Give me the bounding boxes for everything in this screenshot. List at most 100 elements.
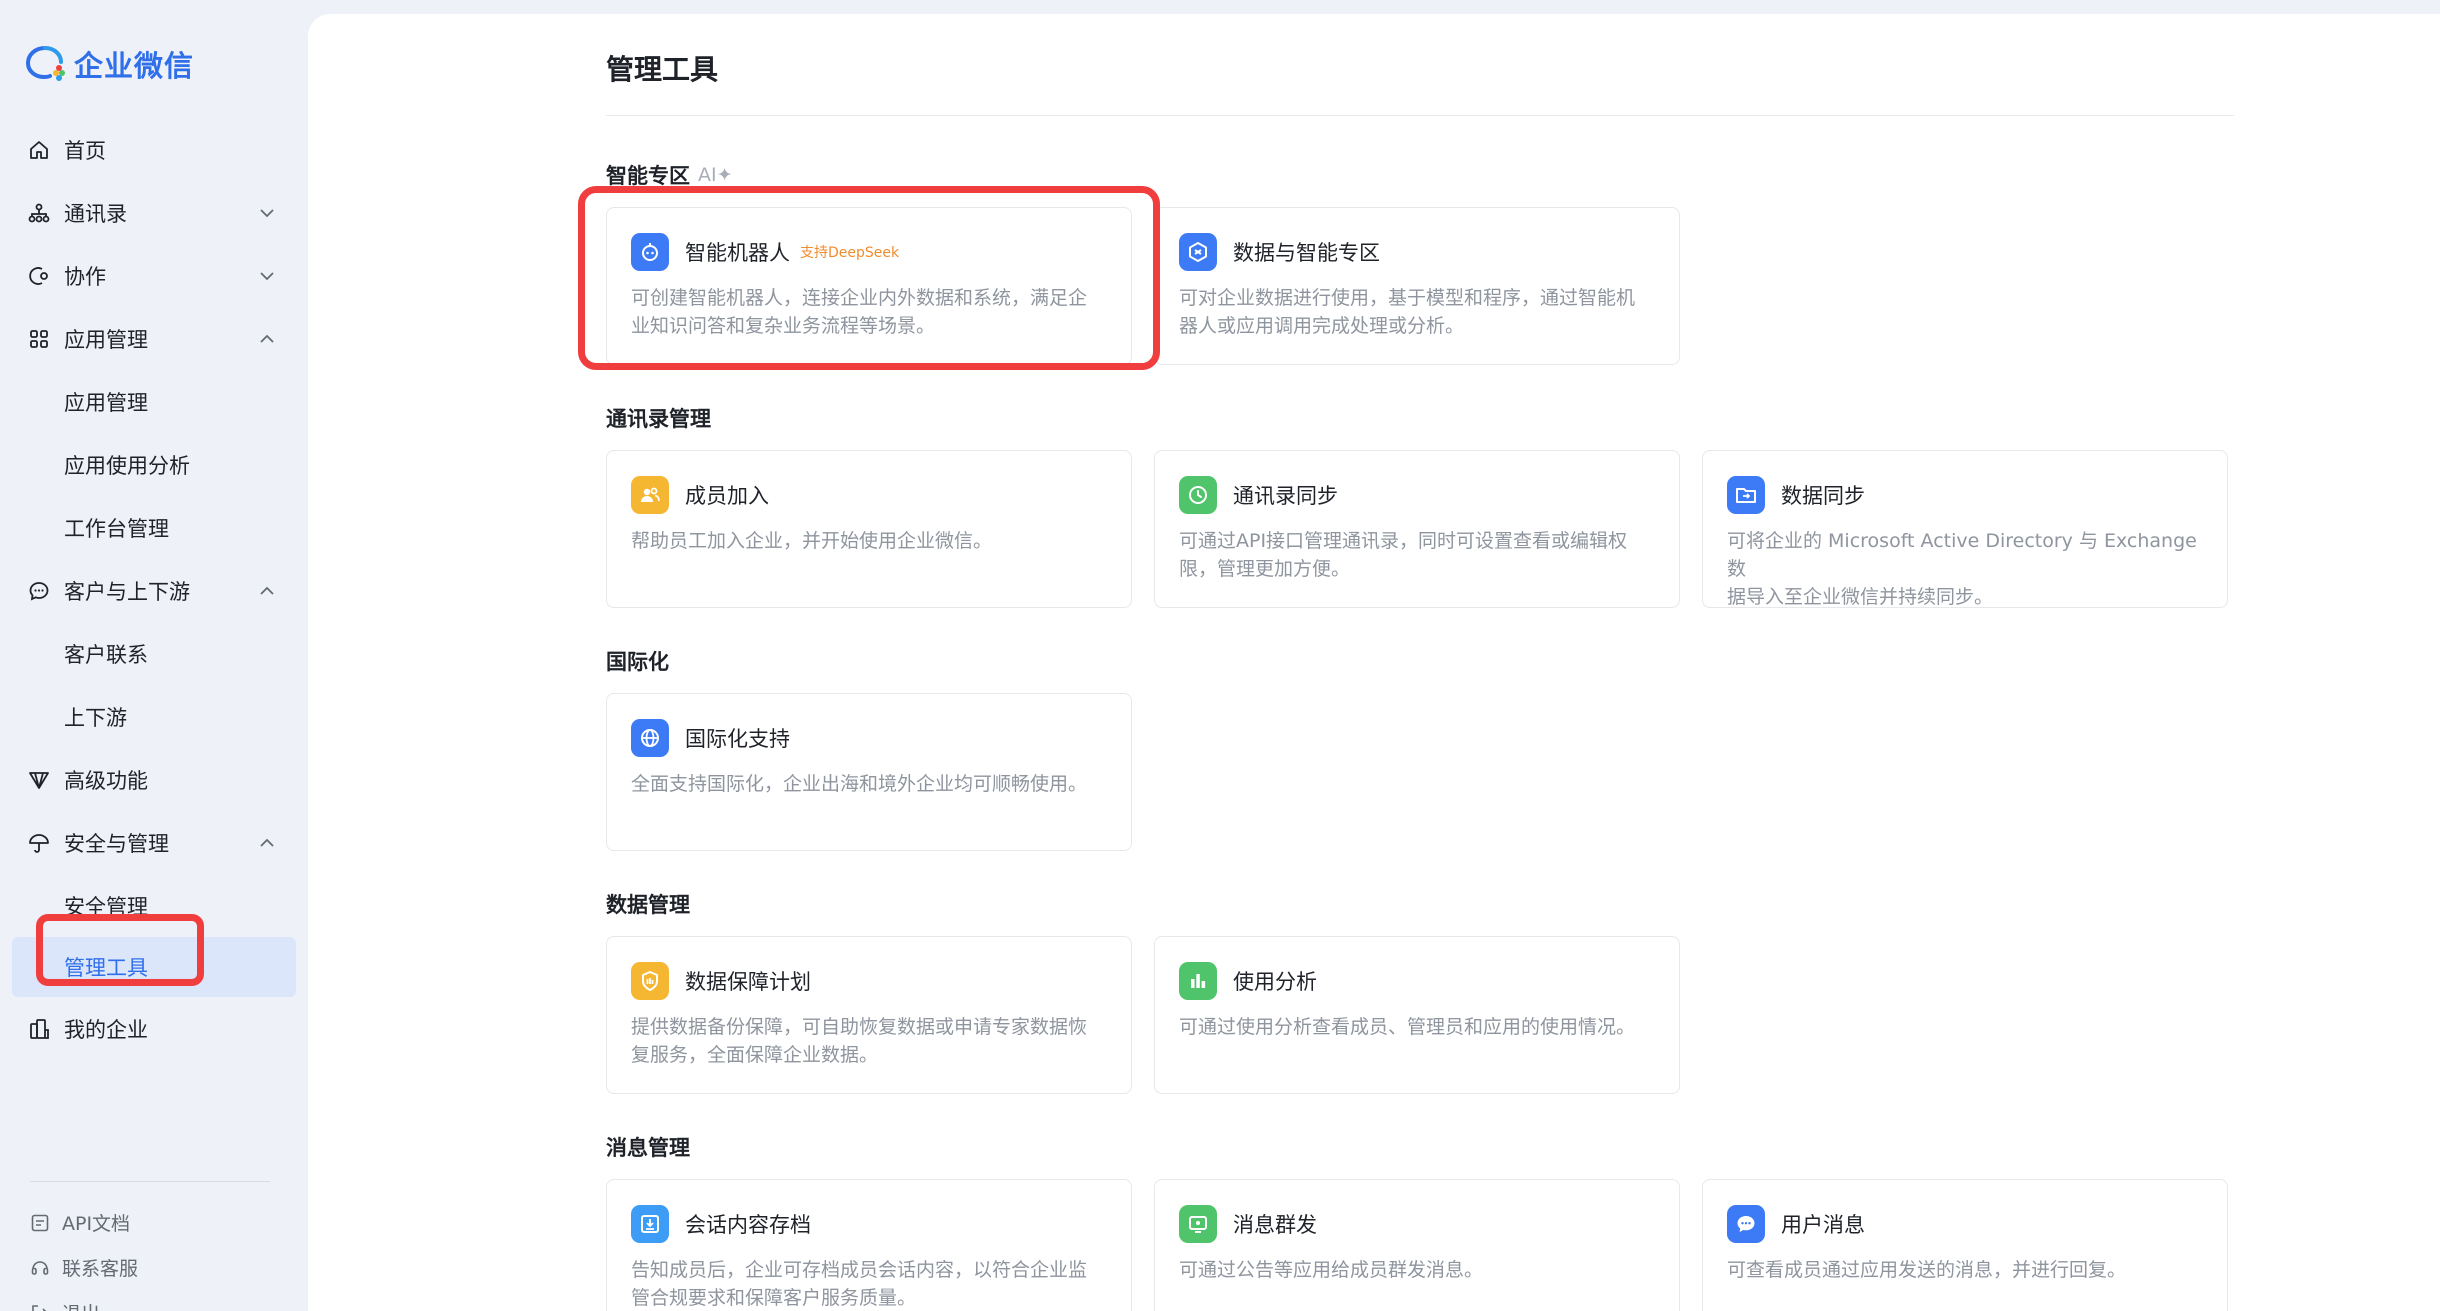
sidebar-item-home[interactable]: 首页 xyxy=(0,118,308,181)
headset-icon xyxy=(30,1258,50,1278)
chevron-down-icon xyxy=(260,271,274,280)
card-desc-line: 可通过API接口管理通讯录，同时可设置查看或编辑权 xyxy=(1179,530,1628,552)
sidebar-item-app-management[interactable]: 应用管理 xyxy=(0,307,308,370)
section-title-ai: 智能专区 AI✦ xyxy=(606,160,733,190)
card-desc-line: 提供数据备份保障，可自助恢复数据或申请专家数据恢 xyxy=(631,1016,1088,1038)
sidebar-item-security[interactable]: 安全与管理 xyxy=(0,811,308,874)
sidebar-nav: 首页 通讯录 协作 应用管理 应用管理 应用使用分析 工作台管理 客户与上下游 … xyxy=(0,118,308,1060)
card-description: 可通过公告等应用给成员群发消息。 xyxy=(1179,1256,1655,1284)
card-desc-line: 可通过使用分析查看成员、管理员和应用的使用情况。 xyxy=(1179,1016,1636,1038)
sidebar-item-label: 工作台管理 xyxy=(64,516,169,541)
sidebar-item-my-enterprise[interactable]: 我的企业 xyxy=(0,997,308,1060)
card-title: 消息群发 xyxy=(1233,1213,1317,1237)
ai-tag: AI✦ xyxy=(698,164,733,186)
chevron-down-icon xyxy=(260,208,274,217)
chat-bubble-icon xyxy=(28,580,50,602)
sidebar-item-app-usage-analysis[interactable]: 应用使用分析 xyxy=(0,433,308,496)
archive-icon xyxy=(631,1205,669,1243)
card-desc-line: 复服务，全面保障企业数据。 xyxy=(631,1044,879,1066)
section-title-messages: 消息管理 xyxy=(606,1132,690,1162)
card-title: 用户消息 xyxy=(1781,1213,1865,1237)
card-desc-line: 告知成员后，企业可存档成员会话内容，以符合企业监 xyxy=(631,1259,1088,1281)
org-chart-icon xyxy=(28,202,50,224)
section-title-text: 数据管理 xyxy=(606,893,690,917)
logo-text: 企业微信 xyxy=(74,49,195,83)
apps-grid-icon xyxy=(28,328,50,350)
card-i18n-support[interactable]: 国际化支持 全面支持国际化，企业出海和境外企业均可顺畅使用。 xyxy=(606,693,1132,851)
card-title: 智能机器人 xyxy=(685,241,790,265)
api-docs-link[interactable]: API文档 xyxy=(30,1200,138,1245)
card-description: 全面支持国际化，企业出海和境外企业均可顺畅使用。 xyxy=(631,770,1107,798)
members-icon xyxy=(631,476,669,514)
page-title: 管理工具 xyxy=(606,53,719,86)
card-desc-line: 限，管理更加方便。 xyxy=(1179,558,1351,580)
sidebar-item-label: 管理工具 xyxy=(64,956,148,980)
card-data-intelligence-zone[interactable]: 数据与智能专区 可对企业数据进行使用，基于模型和程序，通过智能机 器人或应用调用… xyxy=(1154,207,1680,365)
globe-icon xyxy=(631,719,669,757)
card-desc-line: 可通过公告等应用给成员群发消息。 xyxy=(1179,1259,1484,1281)
card-title: 数据保障计划 xyxy=(685,970,811,994)
sidebar-item-customer-contact[interactable]: 客户联系 xyxy=(0,622,308,685)
sidebar-item-customers[interactable]: 客户与上下游 xyxy=(0,559,308,622)
card-desc-line: 可对企业数据进行使用，基于模型和程序，通过智能机 xyxy=(1179,287,1636,309)
sidebar-item-app-management-sub[interactable]: 应用管理 xyxy=(0,370,308,433)
card-description: 可创建智能机器人，连接企业内外数据和系统，满足企 业知识问答和复杂业务流程等场景… xyxy=(631,284,1107,340)
card-user-message[interactable]: 用户消息 可查看成员通过应用发送的消息，并进行回复。 xyxy=(1702,1179,2228,1311)
card-description: 提供数据备份保障，可自助恢复数据或申请专家数据恢 复服务，全面保障企业数据。 xyxy=(631,1013,1107,1069)
card-title: 使用分析 xyxy=(1233,970,1317,994)
sidebar-divider xyxy=(30,1181,270,1182)
card-title: 数据同步 xyxy=(1781,484,1865,508)
message-icon xyxy=(1727,1205,1765,1243)
card-description: 可通过使用分析查看成员、管理员和应用的使用情况。 xyxy=(1179,1013,1655,1041)
robot-icon xyxy=(631,233,669,271)
sidebar-item-upstream-downstream[interactable]: 上下游 xyxy=(0,685,308,748)
footer-link-label: API文档 xyxy=(62,1213,131,1235)
section-title-i18n: 国际化 xyxy=(606,646,669,676)
card-smart-robot[interactable]: 智能机器人 支持DeepSeek 可创建智能机器人，连接企业内外数据和系统，满足… xyxy=(606,207,1132,365)
card-data-sync[interactable]: 数据同步 可将企业的 Microsoft Active Directory 与 … xyxy=(1702,450,2228,608)
sidebar-item-label: 高级功能 xyxy=(64,768,148,793)
sidebar-item-workbench-management[interactable]: 工作台管理 xyxy=(0,496,308,559)
main-content: 管理工具 智能专区 AI✦ 智能机器人 支持DeepSeek 可创建智能机器人，… xyxy=(308,14,2440,1311)
logout-link[interactable]: 退出 xyxy=(30,1290,138,1311)
sidebar-item-contacts[interactable]: 通讯录 xyxy=(0,181,308,244)
section-title-contacts: 通讯录管理 xyxy=(606,403,711,433)
section-title-text: 通讯录管理 xyxy=(606,407,711,431)
card-data-protection[interactable]: 数据保障计划 提供数据备份保障，可自助恢复数据或申请专家数据恢 复服务，全面保障… xyxy=(606,936,1132,1094)
contact-support-link[interactable]: 联系客服 xyxy=(30,1245,138,1290)
sidebar-item-management-tools[interactable]: 管理工具 xyxy=(12,937,296,997)
logo[interactable]: 企业微信 xyxy=(26,44,194,84)
card-chat-archive[interactable]: 会话内容存档 告知成员后，企业可存档成员会话内容，以符合企业监 管合规要求和保障… xyxy=(606,1179,1132,1311)
card-description: 可对企业数据进行使用，基于模型和程序，通过智能机 器人或应用调用完成处理或分析。 xyxy=(1179,284,1655,340)
sidebar-footer: API文档 联系客服 退出 xyxy=(30,1200,138,1311)
card-description: 帮助员工加入企业，并开始使用企业微信。 xyxy=(631,527,1107,555)
sidebar-item-security-management[interactable]: 安全管理 xyxy=(0,874,308,937)
building-icon xyxy=(28,1018,50,1040)
sidebar-item-label: 我的企业 xyxy=(64,1017,148,1042)
card-desc-line: 可创建智能机器人，连接企业内外数据和系统，满足企 xyxy=(631,287,1088,309)
sidebar-item-collab[interactable]: 协作 xyxy=(0,244,308,307)
card-title: 会话内容存档 xyxy=(685,1213,811,1237)
chevron-up-icon xyxy=(260,334,274,343)
sidebar-item-label: 客户联系 xyxy=(64,642,148,667)
data-cube-icon xyxy=(1179,233,1217,271)
sidebar-item-label: 应用管理 xyxy=(64,327,148,352)
sidebar-item-advanced[interactable]: 高级功能 xyxy=(0,748,308,811)
sidebar-item-label: 上下游 xyxy=(64,705,127,730)
footer-link-label: 退出 xyxy=(62,1299,100,1311)
sidebar-item-label: 协作 xyxy=(64,264,106,289)
footer-link-label: 联系客服 xyxy=(62,1258,139,1280)
card-title: 国际化支持 xyxy=(685,727,790,751)
chevron-up-icon xyxy=(260,838,274,847)
card-mass-message[interactable]: 消息群发 可通过公告等应用给成员群发消息。 xyxy=(1154,1179,1680,1311)
card-desc-line: 可将企业的 Microsoft Active Directory 与 Excha… xyxy=(1727,530,2197,580)
logout-icon xyxy=(30,1303,50,1311)
bar-chart-icon xyxy=(1179,962,1217,1000)
card-member-join[interactable]: 成员加入 帮助员工加入企业，并开始使用企业微信。 xyxy=(606,450,1132,608)
card-contacts-sync[interactable]: 通讯录同步 可通过API接口管理通讯录，同时可设置查看或编辑权 限，管理更加方便… xyxy=(1154,450,1680,608)
card-title: 数据与智能专区 xyxy=(1233,241,1380,265)
card-desc-line: 帮助员工加入企业，并开始使用企业微信。 xyxy=(631,530,993,552)
card-usage-analysis[interactable]: 使用分析 可通过使用分析查看成员、管理员和应用的使用情况。 xyxy=(1154,936,1680,1094)
card-desc-line: 可查看成员通过应用发送的消息，并进行回复。 xyxy=(1727,1259,2127,1281)
sidebar-item-label: 安全管理 xyxy=(64,894,148,919)
